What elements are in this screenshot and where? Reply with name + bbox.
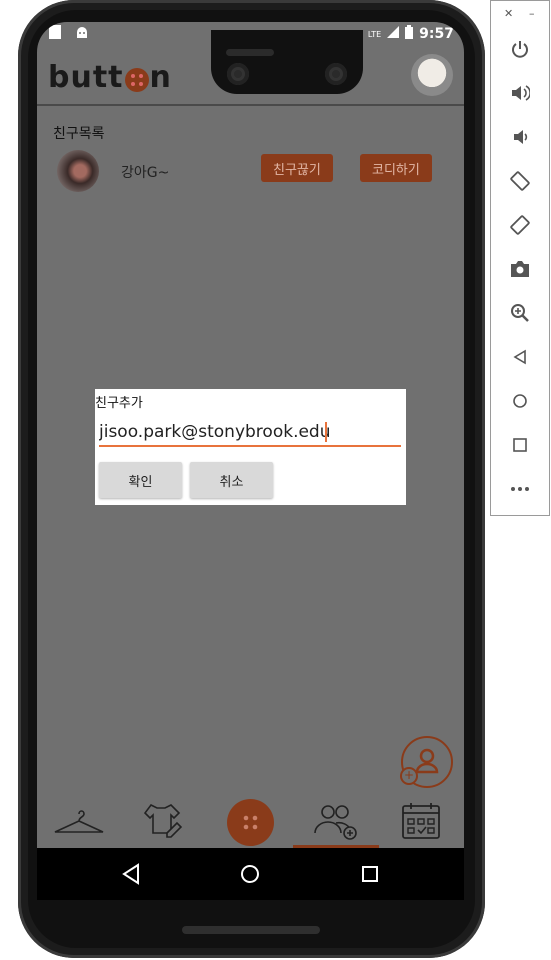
calendar-icon bbox=[402, 803, 440, 839]
rotate-right-icon[interactable] bbox=[505, 210, 535, 240]
back-icon[interactable] bbox=[505, 342, 535, 372]
rotate-left-icon[interactable] bbox=[505, 166, 535, 196]
logo-text-end: n bbox=[149, 60, 172, 95]
dialog-title: 친구추가 bbox=[95, 396, 143, 411]
bottom-nav bbox=[37, 794, 464, 848]
button-logo-icon bbox=[124, 67, 149, 92]
friend-name: 강아G~ bbox=[121, 165, 170, 181]
close-icon[interactable]: ✕ bbox=[504, 7, 513, 20]
email-field[interactable] bbox=[99, 419, 401, 447]
cancel-button[interactable]: 취소 bbox=[190, 462, 273, 498]
bottom-speaker bbox=[182, 926, 320, 934]
emulator-toolbar: ✕ – bbox=[490, 0, 550, 516]
signal-icon bbox=[387, 26, 400, 42]
more-icon[interactable] bbox=[505, 474, 535, 504]
recents-nav-icon[interactable] bbox=[361, 865, 379, 883]
button-home-icon bbox=[243, 815, 258, 830]
minimize-icon[interactable]: – bbox=[529, 7, 535, 20]
logo-text: butt bbox=[48, 60, 124, 95]
confirm-button[interactable]: 확인 bbox=[99, 462, 182, 498]
home-icon[interactable] bbox=[505, 386, 535, 416]
hanger-icon bbox=[54, 810, 104, 833]
profile-avatar[interactable] bbox=[411, 54, 453, 96]
unfriend-button[interactable]: 친구끊기 bbox=[261, 154, 333, 182]
nav-hanger[interactable] bbox=[39, 794, 119, 848]
coordi-button[interactable]: 코디하기 bbox=[360, 154, 432, 182]
power-icon[interactable] bbox=[505, 34, 535, 64]
plus-icon: + bbox=[400, 767, 418, 785]
nav-closet[interactable] bbox=[122, 794, 202, 848]
home-nav-icon[interactable] bbox=[240, 864, 260, 884]
earpiece-speaker bbox=[226, 49, 274, 56]
nav-home-button[interactable] bbox=[227, 799, 274, 846]
avatar[interactable] bbox=[57, 150, 99, 192]
friends-add-icon bbox=[314, 805, 357, 840]
camera-icon[interactable] bbox=[505, 254, 535, 284]
app-logo: butt n bbox=[48, 60, 172, 95]
back-nav-icon[interactable] bbox=[121, 863, 141, 885]
list-item: 강아G~ 친구끊기 코디하기 bbox=[37, 148, 464, 194]
nav-calendar[interactable] bbox=[381, 794, 461, 848]
overview-icon[interactable] bbox=[505, 430, 535, 460]
android-icon bbox=[75, 25, 89, 43]
volume-down-icon[interactable] bbox=[505, 122, 535, 152]
status-time: 9:57 bbox=[419, 26, 454, 42]
system-nav-bar bbox=[37, 848, 464, 900]
front-camera-right bbox=[325, 63, 347, 85]
network-type: LTE bbox=[367, 29, 382, 39]
nav-friends[interactable] bbox=[296, 794, 376, 848]
front-camera-left bbox=[227, 63, 249, 85]
zoom-icon[interactable] bbox=[505, 298, 535, 328]
volume-up-icon[interactable] bbox=[505, 78, 535, 108]
display-notch bbox=[211, 30, 363, 94]
text-cursor bbox=[325, 422, 327, 442]
sd-card-icon bbox=[49, 25, 61, 43]
friend-list-title: 친구목록 bbox=[53, 126, 105, 142]
shirt-pencil-icon bbox=[143, 803, 183, 838]
battery-icon bbox=[405, 25, 414, 43]
add-friend-dialog: 친구추가 확인 취소 bbox=[95, 389, 406, 505]
